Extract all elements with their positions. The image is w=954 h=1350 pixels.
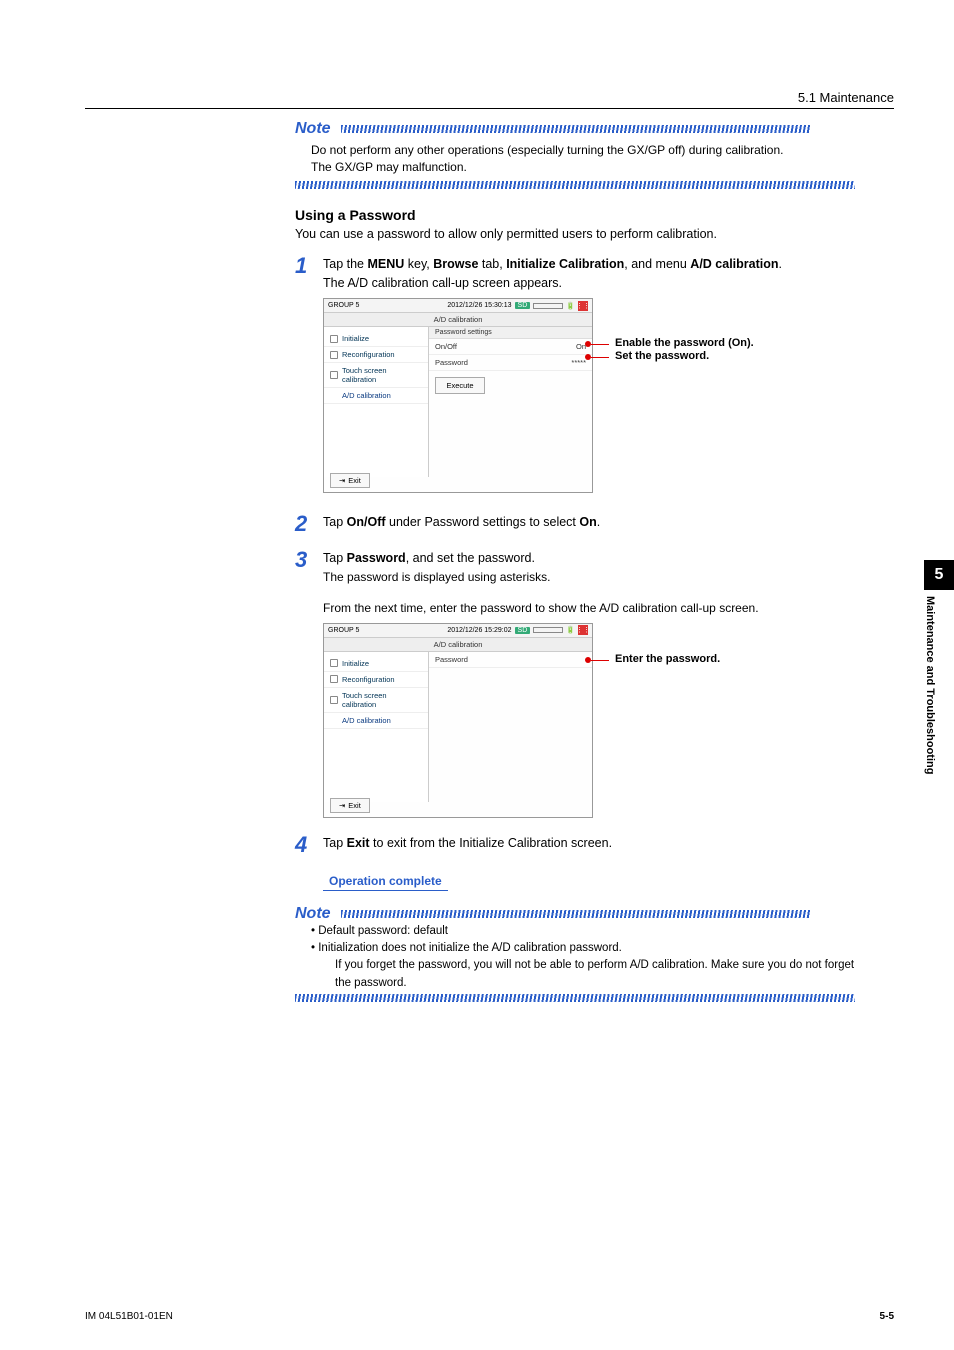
sd-icon: SD [515, 302, 531, 309]
ss2-topbar: GROUP 5 2012/12/26 15:29:02 SD 🔋 ⋮⋮ [324, 624, 592, 638]
note-rule-icon [341, 125, 811, 133]
header-rule [85, 108, 894, 109]
screenshot-2: GROUP 5 2012/12/26 15:29:02 SD 🔋 ⋮⋮ A/D … [323, 623, 593, 818]
page-footer: IM 04L51B01-01EN 5-5 [85, 1311, 894, 1322]
exit-button[interactable]: ⇥Exit [330, 473, 370, 488]
step-number-4: 4 [295, 834, 323, 856]
sidebar-item-reconfiguration[interactable]: Reconfiguration [324, 347, 428, 363]
sidebar-item-reconfiguration[interactable]: Reconfiguration [324, 672, 428, 688]
red-line-icon [591, 357, 609, 358]
battery-icon: 🔋 [566, 302, 575, 310]
ss1-sidebar: Initialize Reconfiguration Touch screen … [324, 327, 429, 477]
step-3: 3 Tap Password, and set the password. Th… [295, 549, 855, 587]
ss1-onoff-field[interactable]: On/OffOn [429, 339, 592, 355]
ss2-password-field[interactable]: Password [429, 652, 592, 668]
grid-icon [330, 351, 338, 359]
footer-left: IM 04L51B01-01EN [85, 1311, 173, 1322]
step-2-text: Tap On/Off under Password settings to se… [323, 513, 855, 535]
ss2-breadcrumb: A/D calibration [324, 638, 592, 652]
step-4-text: Tap Exit to exit from the Initialize Cal… [323, 834, 855, 856]
note2-li1: Default password: default [311, 923, 855, 940]
note-rule-bottom-icon [295, 181, 855, 189]
sidebar-item-touch-calibration[interactable]: Touch screen calibration [324, 363, 428, 388]
note-rule-bottom-icon [295, 994, 855, 1002]
sd-icon: SD [515, 627, 531, 634]
ss2-sidebar: Initialize Reconfiguration Touch screen … [324, 652, 429, 802]
note-title: Note [295, 120, 331, 138]
sidebar-item-initialize[interactable]: Initialize [324, 331, 428, 347]
step-number-1: 1 [295, 255, 323, 293]
ss1-topbar: GROUP 5 2012/12/26 15:30:13 SD 🔋 ⋮⋮ [324, 299, 592, 313]
callout-enter-password: Enter the password. [615, 653, 720, 665]
ss1-timestamp: 2012/12/26 15:30:13 [447, 302, 511, 309]
ss2-timestamp: 2012/12/26 15:29:02 [447, 627, 511, 634]
note2-li2: Initialization does not initialize the A… [311, 940, 855, 992]
circle-icon [330, 659, 338, 667]
exit-button[interactable]: ⇥Exit [330, 798, 370, 813]
execute-button[interactable]: Execute [435, 377, 485, 394]
note-body: Do not perform any other operations (esp… [295, 138, 855, 179]
step-1: 1 Tap the MENU key, Browse tab, Initiali… [295, 255, 855, 293]
ss1-main: Password settings On/OffOn Password*****… [429, 327, 592, 477]
screenshot-1: GROUP 5 2012/12/26 15:30:13 SD 🔋 ⋮⋮ A/D … [323, 298, 593, 493]
note-2: Note Default password: default Initializ… [295, 905, 855, 1002]
step-1-text: Tap the MENU key, Browse tab, Initialize… [323, 255, 855, 293]
operation-complete: Operation complete [323, 874, 448, 891]
note-title: Note [295, 905, 331, 923]
footer-right: 5-5 [880, 1311, 894, 1322]
sidebar-item-initialize[interactable]: Initialize [324, 656, 428, 672]
ss1-password-field[interactable]: Password***** [429, 355, 592, 371]
note-line2: The GX/GP may malfunction. [311, 160, 467, 174]
chapter-number: 5 [924, 560, 954, 590]
section-lead: You can use a password to allow only per… [295, 227, 855, 241]
side-tab: 5 Maintenance and Troubleshooting [924, 560, 954, 774]
step-number-3: 3 [295, 549, 323, 587]
step-number-2: 2 [295, 513, 323, 535]
red-line-icon [591, 660, 609, 661]
circle-icon [330, 335, 338, 343]
grid-icon [330, 675, 338, 683]
note-rule-icon [341, 910, 811, 918]
between-text: From the next time, enter the password t… [323, 599, 855, 617]
callout-enable-password: Enable the password (On). [615, 337, 754, 349]
chapter-label: Maintenance and Troubleshooting [924, 596, 945, 774]
content: Note Do not perform any other operations… [295, 120, 855, 1002]
exit-icon: ⇥ [339, 476, 345, 485]
ss2-main: Password [429, 652, 592, 802]
callout-set-password: Set the password. [615, 350, 709, 362]
battery-icon: 🔋 [566, 626, 575, 634]
sidebar-item-ad-calibration[interactable]: A/D calibration [324, 388, 428, 404]
header-section: 5.1 Maintenance [798, 90, 894, 105]
exit-icon: ⇥ [339, 801, 345, 810]
touch-icon [330, 696, 338, 704]
step-2: 2 Tap On/Off under Password settings to … [295, 513, 855, 535]
step-1-sub: The A/D calibration call-up screen appea… [323, 276, 562, 290]
sidebar-item-ad-calibration[interactable]: A/D calibration [324, 713, 428, 729]
section-heading: Using a Password [295, 207, 855, 223]
touch-icon [330, 371, 338, 379]
note-line1: Do not perform any other operations (esp… [311, 143, 783, 157]
sidebar-item-touch-calibration[interactable]: Touch screen calibration [324, 688, 428, 713]
ss1-group-header: Password settings [429, 327, 592, 339]
note-1: Note Do not perform any other operations… [295, 120, 855, 189]
ss1-breadcrumb: A/D calibration [324, 313, 592, 327]
note-list: Default password: default Initialization… [295, 923, 855, 992]
grid-icon: ⋮⋮ [578, 301, 588, 311]
grid-icon: ⋮⋮ [578, 625, 588, 635]
step-3-sub: The password is displayed using asterisk… [323, 570, 550, 584]
page: 5.1 Maintenance Note Do not perform any … [0, 0, 954, 1350]
step-4: 4 Tap Exit to exit from the Initialize C… [295, 834, 855, 856]
step-3-text: Tap Password, and set the password. The … [323, 549, 855, 587]
red-line-icon [591, 344, 609, 345]
